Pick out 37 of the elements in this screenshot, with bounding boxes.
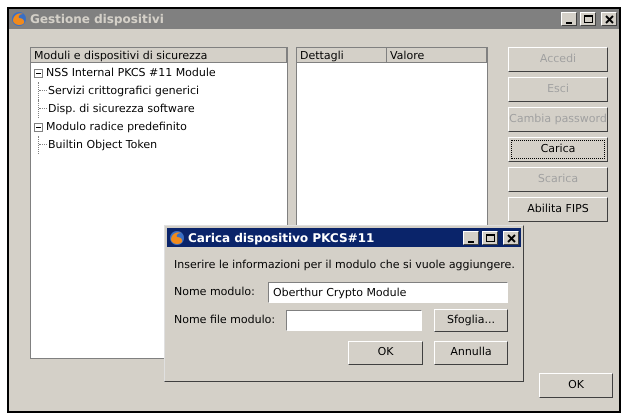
tree-item[interactable]: Modulo radice predefinito (46, 118, 187, 136)
minimize-icon (566, 22, 572, 24)
action-button[interactable]: Abilita FIPS (508, 197, 608, 222)
action-button[interactable]: Carica (508, 137, 608, 162)
window-title: Gestione dispositivi (30, 11, 165, 28)
globe-icon (11, 11, 27, 27)
close-button[interactable] (503, 230, 519, 244)
maximize-icon (486, 234, 494, 242)
column-header: Moduli e dispositivi di sicurezza (31, 48, 287, 63)
expander-icon[interactable] (34, 68, 43, 78)
close-icon (604, 15, 614, 24)
tree-item[interactable]: Servizi crittografici generici (48, 82, 200, 100)
field-label: Nome modulo: (174, 284, 256, 300)
field-label: Nome file modulo: (174, 312, 276, 328)
close-icon (506, 234, 516, 242)
column-header[interactable]: Valore (387, 48, 487, 63)
column-header[interactable]: Dettagli (297, 48, 387, 63)
close-button[interactable] (601, 12, 617, 26)
maximize-button[interactable] (482, 230, 498, 244)
tree-item[interactable]: NSS Internal PKCS #11 Module (46, 64, 216, 82)
dialog-message: Inserire le informazioni per il modulo che si vuole aggiungere. (174, 257, 514, 273)
expander-icon[interactable] (34, 122, 43, 132)
minimize-button[interactable] (463, 230, 479, 244)
tree-item[interactable]: Disp. di sicurezza software (48, 100, 195, 118)
maximize-button[interactable] (580, 12, 596, 26)
tree-item[interactable]: Builtin Object Token (48, 136, 158, 154)
input-field[interactable]: Oberthur Crypto Module (268, 282, 508, 302)
globe-icon (169, 230, 185, 246)
browse-button[interactable]: Sfoglia... (434, 308, 508, 332)
ok-button[interactable]: OK (348, 340, 423, 364)
minimize-button[interactable] (561, 12, 577, 26)
input-field[interactable] (286, 310, 422, 330)
maximize-icon (584, 15, 592, 23)
cancel-button[interactable]: Annulla (434, 340, 508, 364)
window-title: Carica dispositivo PKCS#11 (188, 230, 376, 246)
minimize-icon (468, 240, 474, 242)
ok-button[interactable]: OK (539, 373, 613, 398)
